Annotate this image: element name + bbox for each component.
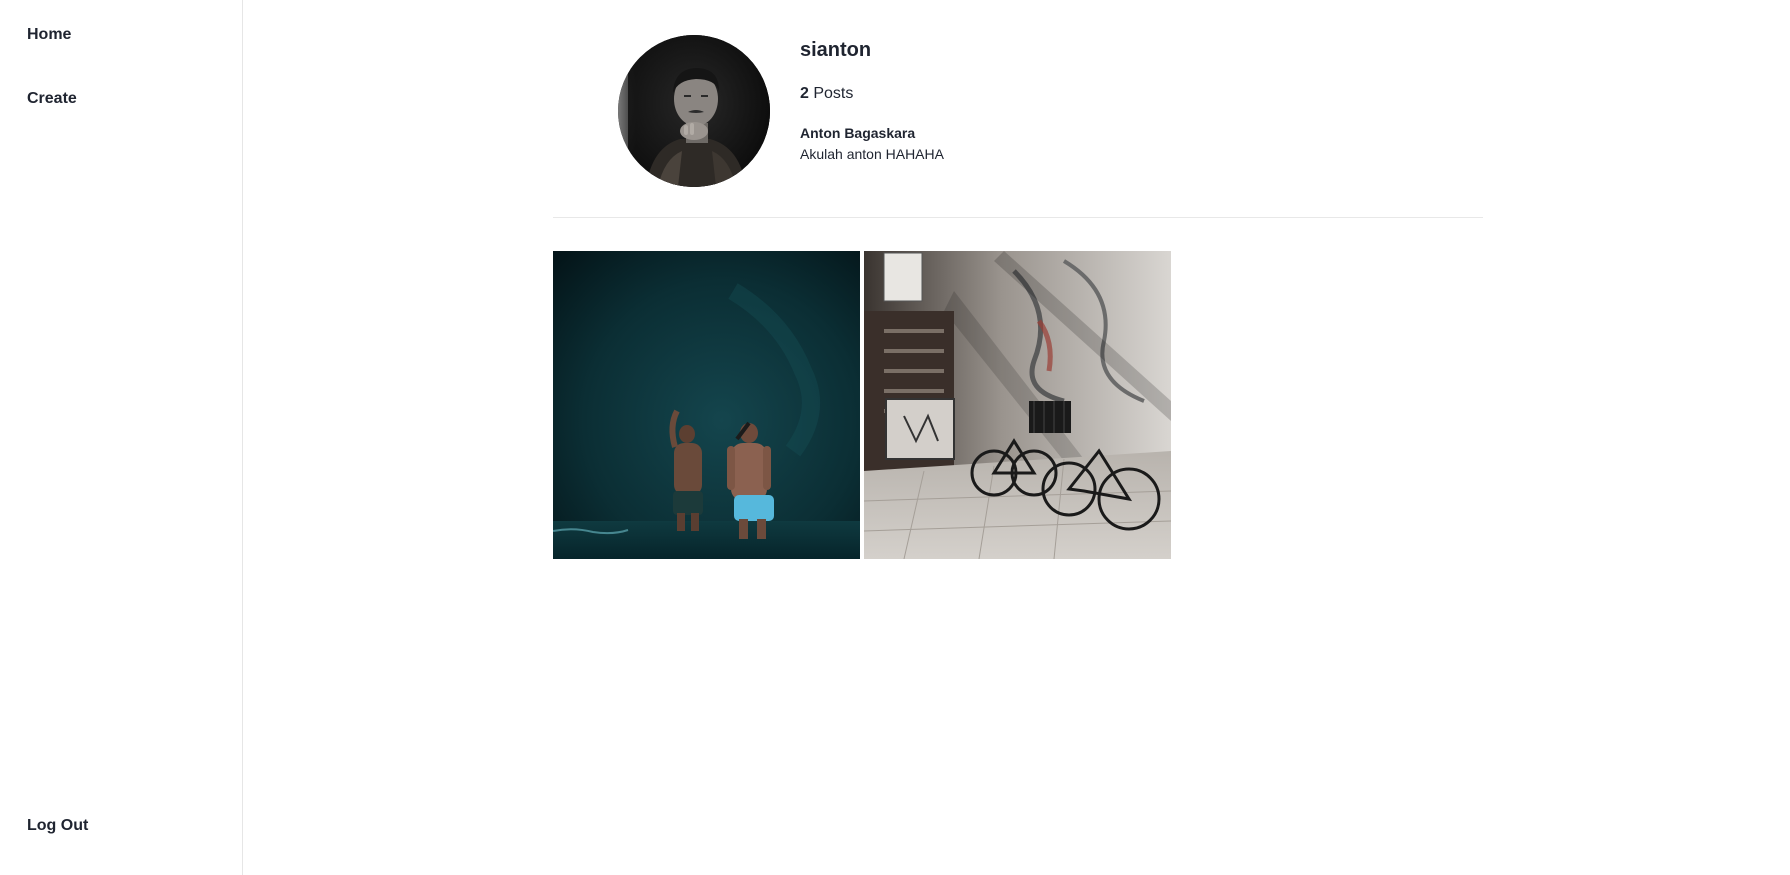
post-thumbnail-water-cave[interactable]	[553, 251, 860, 559]
sidebar: Home Create Log Out	[0, 0, 243, 875]
nav-create-link[interactable]: Create	[27, 90, 77, 108]
profile-full-name: Anton Bagaskara	[800, 125, 916, 141]
post-count-label: Posts	[813, 85, 854, 102]
profile-main: sianton 2 Posts Anton Bagaskara Akulah a…	[243, 0, 1790, 875]
post-count-number: 2	[800, 85, 809, 102]
post-image	[553, 251, 860, 559]
post-count: 2 Posts	[800, 84, 853, 104]
profile-username: sianton	[800, 39, 872, 61]
post-thumbnail-bicycles[interactable]	[864, 251, 1171, 559]
app-root: Home Create Log Out sianton 2 Posts Anto…	[0, 0, 1790, 875]
post-image	[864, 251, 1171, 559]
nav-home-link[interactable]: Home	[27, 26, 71, 44]
nav-logout-link[interactable]: Log Out	[27, 817, 88, 835]
profile-info: sianton 2 Posts Anton Bagaskara Akulah a…	[800, 38, 1300, 162]
post-grid	[553, 251, 1171, 559]
avatar[interactable]	[618, 35, 770, 187]
avatar-image	[618, 35, 770, 187]
profile-divider	[553, 217, 1483, 218]
profile-bio: Akulah anton HAHAHA	[800, 146, 944, 162]
